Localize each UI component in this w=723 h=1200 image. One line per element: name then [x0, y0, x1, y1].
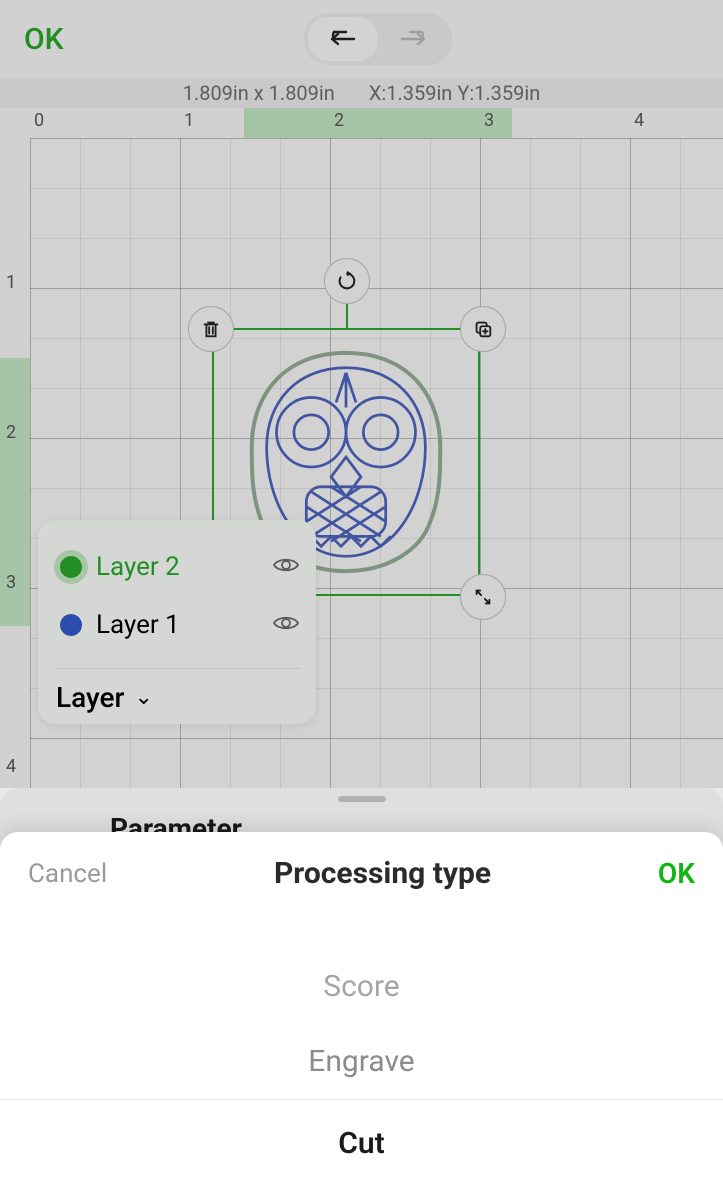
delete-handle[interactable] [188, 306, 234, 352]
trash-icon [200, 318, 222, 340]
top-toolbar: OK [0, 0, 723, 78]
layer-row[interactable]: Layer 1 [54, 596, 300, 654]
sheet-ok-button[interactable]: OK [658, 857, 695, 890]
ruler-tick: 2 [334, 110, 344, 131]
picker-option[interactable]: Engrave [0, 1024, 723, 1100]
undo-redo-group [304, 13, 452, 65]
ruler-tick: 1 [6, 272, 16, 293]
layer-color-swatch [60, 556, 82, 578]
eye-icon [272, 613, 300, 633]
undo-icon [326, 26, 360, 52]
ruler-tick: 4 [634, 110, 644, 131]
ruler-tick: 3 [484, 110, 494, 131]
ok-button[interactable]: OK [24, 22, 64, 57]
picker-option[interactable]: Score [0, 949, 723, 1024]
layer-row[interactable]: Layer 2 [54, 538, 300, 596]
status-bar: 1.809in x 1.809in X:1.359in Y:1.359in [0, 78, 723, 108]
expand-icon [472, 586, 494, 608]
drag-handle[interactable] [338, 796, 386, 802]
sheet-title: Processing type [274, 856, 491, 891]
undo-button[interactable] [308, 17, 378, 61]
cancel-button[interactable]: Cancel [28, 859, 107, 889]
duplicate-handle[interactable] [460, 306, 506, 352]
picker-option-selected[interactable]: Cut [0, 1100, 723, 1181]
layer-dropdown-label: Layer [56, 681, 124, 714]
layer-dropdown[interactable]: Layer ⌄ [56, 668, 300, 714]
visibility-toggle[interactable] [272, 610, 300, 640]
scale-handle[interactable] [460, 574, 506, 620]
layer-name: Layer 1 [96, 610, 258, 640]
redo-button[interactable] [378, 17, 448, 61]
rotate-handle[interactable] [324, 258, 370, 304]
rotate-icon [336, 270, 358, 292]
ruler-horizontal: 0 1 2 3 4 [30, 108, 723, 138]
layer-name: Layer 2 [96, 552, 258, 582]
ruler-tick: 3 [6, 572, 16, 593]
duplicate-icon [472, 318, 494, 340]
ruler-vertical: 1 2 3 4 [0, 138, 30, 788]
layers-panel: Layer 2 Layer 1 Layer ⌄ [38, 520, 316, 724]
eye-icon [272, 555, 300, 575]
visibility-toggle[interactable] [272, 552, 300, 582]
ruler-tick: 2 [6, 422, 16, 443]
redo-icon [396, 26, 430, 52]
rotate-line [346, 304, 348, 328]
ruler-tick: 0 [34, 110, 44, 131]
chevron-down-icon: ⌄ [134, 685, 152, 710]
processing-type-sheet: Cancel Processing type OK Score Engrave … [0, 832, 723, 1200]
ruler-tick: 4 [6, 756, 16, 777]
coordinates-label: X:1.359in Y:1.359in [369, 81, 540, 105]
layer-color-swatch [60, 614, 82, 636]
ruler-tick: 1 [184, 110, 194, 131]
dimensions-label: 1.809in x 1.809in [183, 81, 335, 105]
canvas-area[interactable]: 0 1 2 3 4 1 2 3 4 [0, 108, 723, 788]
picker-wheel[interactable]: Score Engrave Cut [0, 949, 723, 1181]
